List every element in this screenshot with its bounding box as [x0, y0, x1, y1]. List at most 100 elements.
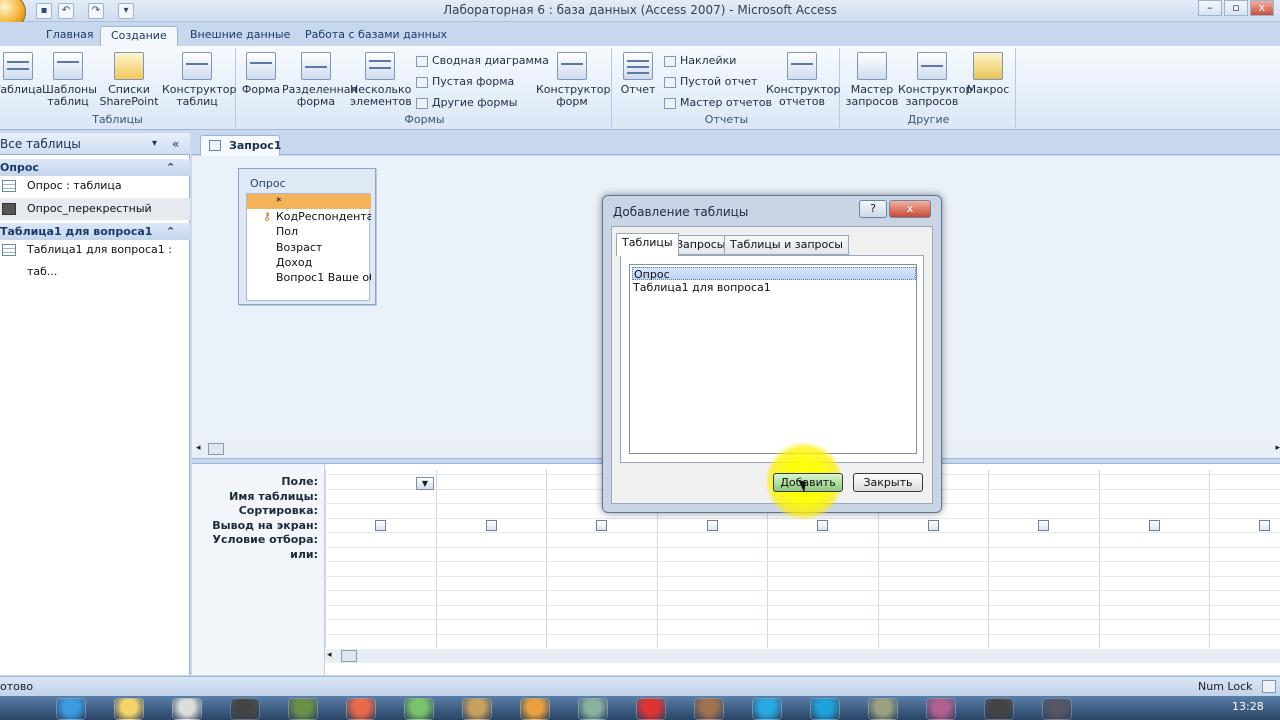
taskbar-app-icon[interactable]: [114, 698, 144, 720]
report-designer-button[interactable]: Конструктор отчетов: [766, 52, 840, 108]
show-checkbox[interactable]: [1038, 520, 1049, 531]
field-item[interactable]: Доход: [247, 255, 371, 270]
group-label-reports: Отчеты: [704, 113, 749, 126]
maximize-icon[interactable]: ▫: [1224, 0, 1248, 16]
group-other: Мастер запросов Конструктор запросов Мак…: [842, 48, 1016, 128]
taskbar-app-icon[interactable]: [230, 698, 260, 720]
taskbar-app-icon[interactable]: [172, 698, 202, 720]
taskbar-app-icon[interactable]: [578, 698, 608, 720]
grid-column[interactable]: [988, 470, 989, 648]
labels-button[interactable]: Наклейки: [664, 54, 736, 68]
tab-tables-and-queries[interactable]: Таблицы и запросы: [724, 235, 849, 255]
taskbar-app-icon[interactable]: [810, 698, 840, 720]
nav-header[interactable]: Все таблицы ▾ «: [0, 133, 190, 155]
nav-item-opros-table[interactable]: Опрос : таблица: [0, 175, 190, 197]
split-form-button[interactable]: Разделенная форма: [282, 52, 357, 108]
form-icon: [246, 52, 276, 80]
show-checkbox[interactable]: [1149, 520, 1160, 531]
grid-row-line: [325, 532, 1280, 533]
table-button[interactable]: Таблица: [0, 52, 44, 96]
list-item[interactable]: Опрос: [632, 267, 916, 281]
taskbar-app-icon[interactable]: [1042, 698, 1072, 720]
tab-create[interactable]: Создание: [100, 26, 178, 46]
list-item[interactable]: Таблица1 для вопроса1: [632, 281, 916, 294]
field-item[interactable]: *: [247, 194, 371, 209]
table-field-list[interactable]: Опрос * ⚷ КодРеспондента Пол Возраст Дох…: [238, 168, 376, 305]
grid-column[interactable]: [1209, 470, 1210, 648]
show-checkbox[interactable]: [707, 520, 718, 531]
tab-home[interactable]: Главная: [36, 26, 104, 46]
help-icon[interactable]: ?: [859, 200, 887, 218]
blank-form-button[interactable]: Пустая форма: [416, 75, 514, 89]
taskbar-app-icon[interactable]: [752, 698, 782, 720]
tab-tables[interactable]: Таблицы: [616, 233, 679, 256]
form-designer-button[interactable]: Конструктор форм: [536, 52, 610, 108]
taskbar-app-icon[interactable]: [636, 698, 666, 720]
grid-column[interactable]: [436, 470, 437, 648]
grid-column[interactable]: [325, 470, 326, 648]
taskbar-app-icon[interactable]: [462, 698, 492, 720]
grid-column[interactable]: [546, 470, 547, 648]
table-list[interactable]: Опрос Таблица1 для вопроса1: [629, 264, 917, 454]
scroll-left-icon[interactable]: ◂: [327, 650, 332, 660]
show-checkbox[interactable]: [817, 520, 828, 531]
nav-group-table1[interactable]: Таблица1 для вопроса1 ⌃: [0, 223, 190, 240]
show-checkbox[interactable]: [1259, 520, 1270, 531]
scroll-thumb[interactable]: [341, 650, 357, 662]
view-icon[interactable]: [1262, 680, 1276, 693]
taskbar-app-icon[interactable]: [694, 698, 724, 720]
report-wizard-button[interactable]: Мастер отчетов: [664, 96, 772, 110]
query-wizard-button[interactable]: Мастер запросов: [844, 52, 900, 108]
collapse-pane-icon[interactable]: «: [172, 133, 179, 155]
field-item[interactable]: Вопрос1 Ваше об: [247, 270, 371, 285]
chevron-up-icon[interactable]: ⌃: [166, 223, 175, 240]
pivot-chart-button[interactable]: Сводная диаграмма: [416, 54, 549, 68]
close-window-icon[interactable]: x: [1250, 0, 1274, 16]
grid-column[interactable]: [1099, 470, 1100, 648]
macro-button[interactable]: Макрос: [966, 52, 1010, 96]
show-checkbox[interactable]: [375, 520, 386, 531]
nav-item-opros-crosstab[interactable]: Опрос_перекрестный: [0, 198, 190, 220]
multiple-items-button[interactable]: Несколько элементов: [350, 52, 412, 108]
report-button[interactable]: Отчет: [618, 52, 658, 96]
show-checkbox[interactable]: [596, 520, 607, 531]
show-checkbox[interactable]: [928, 520, 939, 531]
taskbar-app-icon[interactable]: [404, 698, 434, 720]
more-forms-button[interactable]: Другие формы: [416, 96, 517, 110]
show-checkbox[interactable]: [486, 520, 497, 531]
tab-queries[interactable]: Запросы: [670, 235, 732, 255]
table-designer-button[interactable]: Конструктор таблиц: [162, 52, 236, 108]
tab-database-tools[interactable]: Работа с базами данных: [295, 26, 457, 46]
table-templates-button[interactable]: Шаблоны таблиц: [42, 52, 97, 108]
tab-external-data[interactable]: Внешние данные: [180, 26, 300, 46]
taskbar-app-icon[interactable]: [346, 698, 376, 720]
table-icon: [3, 52, 33, 80]
taskbar-app-icon[interactable]: [984, 698, 1014, 720]
close-button[interactable]: Закрыть: [853, 473, 923, 492]
document-tab-bar: Запрос1: [192, 133, 1280, 156]
scroll-thumb[interactable]: [208, 443, 224, 455]
taskbar-app-icon[interactable]: [56, 698, 86, 720]
field-item[interactable]: Возраст: [247, 240, 371, 255]
close-icon[interactable]: x: [889, 200, 931, 218]
nav-group-opros[interactable]: Опрос ⌃: [0, 159, 190, 176]
field-dropdown-icon[interactable]: ▼: [416, 477, 434, 490]
nav-item-table1[interactable]: Таблица1 для вопроса1 : таб...: [0, 239, 190, 278]
form-button[interactable]: Форма: [238, 52, 284, 96]
taskbar-app-icon[interactable]: [926, 698, 956, 720]
taskbar-app-icon[interactable]: [288, 698, 318, 720]
scroll-left-icon[interactable]: ◂: [196, 443, 201, 453]
query-designer-button[interactable]: Конструктор запросов: [898, 52, 972, 108]
taskbar-app-icon[interactable]: [868, 698, 898, 720]
scroll-right-icon[interactable]: ▸: [1275, 443, 1280, 453]
tab-query1[interactable]: Запрос1: [200, 135, 281, 156]
field-item[interactable]: ⚷ КодРеспондента: [247, 209, 371, 224]
taskbar-app-icon[interactable]: [520, 698, 550, 720]
chevron-up-icon[interactable]: ⌃: [166, 159, 175, 176]
sharepoint-lists-button[interactable]: Списки SharePoint: [98, 52, 160, 108]
grid-horizontal-scrollbar[interactable]: ◂: [325, 649, 1280, 663]
minimize-icon[interactable]: –: [1198, 0, 1222, 16]
chevron-down-icon[interactable]: ▾: [152, 133, 157, 155]
field-item[interactable]: Пол: [247, 224, 371, 239]
blank-report-button[interactable]: Пустой отчет: [664, 75, 757, 89]
